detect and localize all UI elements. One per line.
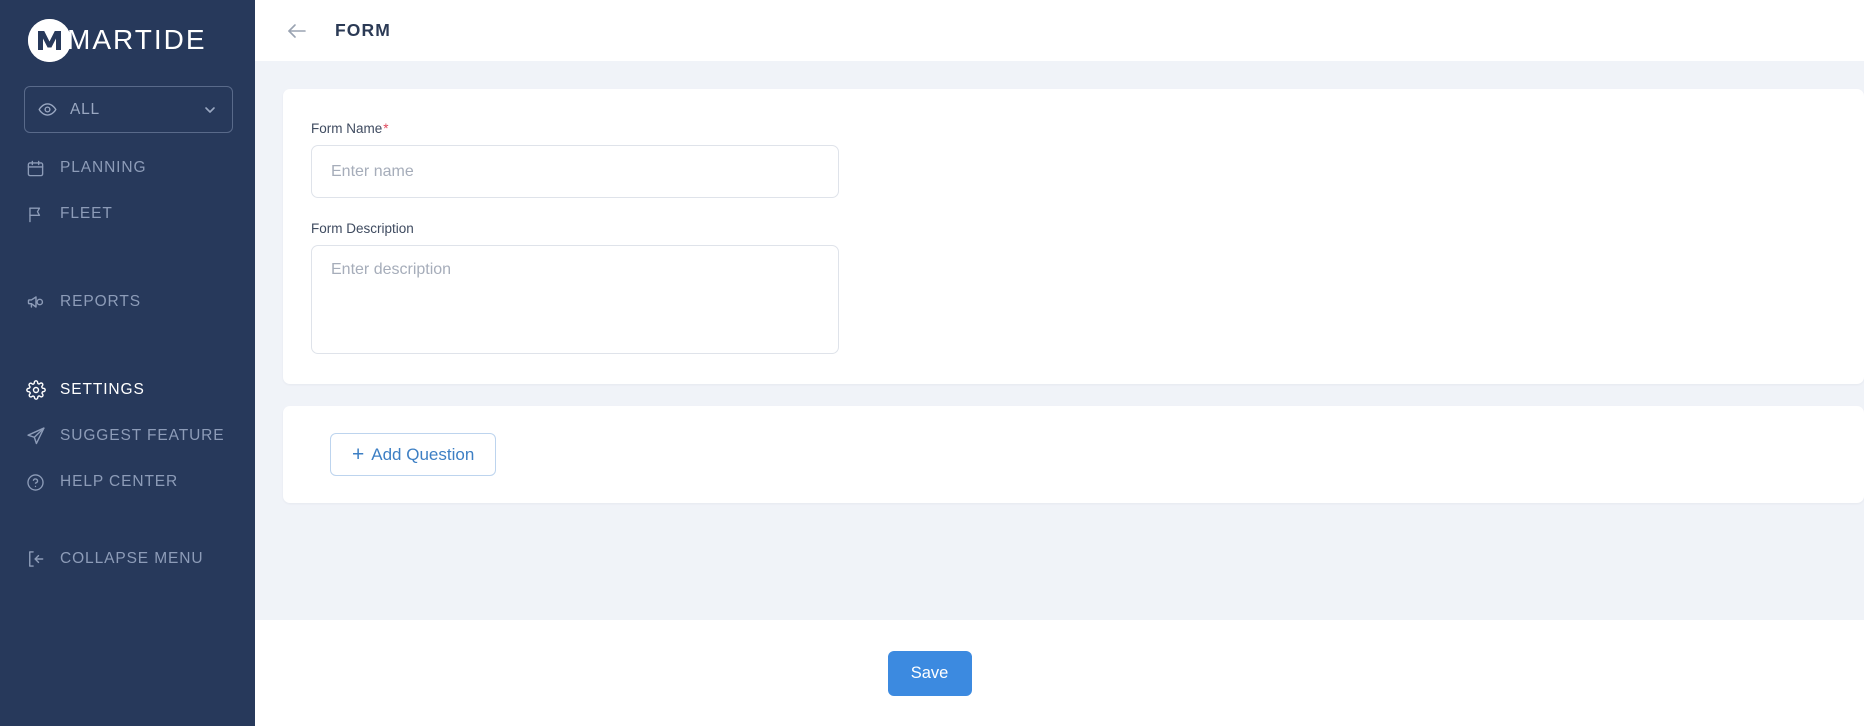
send-icon — [26, 426, 48, 446]
gear-icon — [26, 380, 48, 400]
calendar-icon — [26, 159, 48, 178]
arrow-left-icon[interactable] — [285, 19, 309, 43]
add-question-button[interactable]: + Add Question — [330, 433, 497, 476]
brand-logo[interactable]: MARTIDE — [0, 0, 255, 64]
scope-selector-label: ALL — [70, 100, 100, 118]
sidebar-item-label: HELP CENTER — [60, 473, 179, 490]
form-name-field-group: Form Name* — [311, 121, 1864, 198]
form-name-label: Form Name* — [311, 121, 1864, 136]
collapse-menu-label: COLLAPSE MENU — [60, 550, 204, 567]
sidebar-item-label: PLANNING — [60, 159, 147, 176]
main-area: FORM Form Name* Form Description + Add Q… — [255, 0, 1864, 726]
chevron-down-icon — [202, 102, 218, 118]
form-details-card: Form Name* Form Description — [283, 89, 1864, 384]
plus-icon: + — [352, 443, 365, 466]
questions-card: + Add Question — [283, 406, 1864, 503]
sidebar-item-label: SUGGEST FEATURE — [60, 427, 225, 444]
page-header: FORM — [255, 0, 1864, 61]
sidebar-item-fleet[interactable]: FLEET — [0, 191, 255, 237]
brand-name: MARTIDE — [67, 24, 207, 55]
form-name-input[interactable] — [311, 145, 839, 198]
question-circle-icon — [26, 473, 48, 492]
page-title: FORM — [335, 20, 391, 40]
form-description-label: Form Description — [311, 221, 414, 236]
sidebar-item-label: FLEET — [60, 205, 113, 222]
sidebar-item-label: SETTINGS — [60, 381, 145, 398]
sidebar-item-label: REPORTS — [60, 293, 141, 310]
collapse-menu-button[interactable]: COLLAPSE MENU — [0, 536, 255, 582]
sidebar-item-help-center[interactable]: HELP CENTER — [0, 459, 255, 505]
form-description-input[interactable] — [311, 245, 839, 354]
sidebar-item-settings[interactable]: SETTINGS — [0, 367, 255, 413]
sidebar-item-reports[interactable]: REPORTS — [0, 279, 255, 325]
field-spacer — [311, 198, 1864, 221]
save-button[interactable]: Save — [887, 650, 972, 696]
martide-mark-icon — [28, 18, 71, 62]
flag-icon — [26, 205, 48, 224]
sidebar-nav: PLANNING FLEET REPORTS SETTINGS SUGGEST … — [0, 145, 255, 505]
megaphone-icon — [26, 292, 48, 312]
sidebar-item-suggest-feature[interactable]: SUGGEST FEATURE — [0, 413, 255, 459]
required-asterisk: * — [383, 121, 389, 136]
sidebar: MARTIDE ALL PLANNING FLEET REPORTS SETTI… — [0, 0, 255, 726]
form-name-label-text: Form Name — [311, 121, 383, 136]
content-body: Form Name* Form Description + Add Questi… — [255, 61, 1864, 620]
add-question-label: Add Question — [371, 444, 475, 464]
scope-selector[interactable]: ALL — [24, 86, 233, 133]
eye-icon — [38, 100, 57, 119]
form-description-field-group: Form Description — [311, 221, 1864, 354]
collapse-left-icon — [26, 549, 48, 569]
page-footer: Save — [255, 620, 1864, 726]
sidebar-item-planning[interactable]: PLANNING — [0, 145, 255, 191]
